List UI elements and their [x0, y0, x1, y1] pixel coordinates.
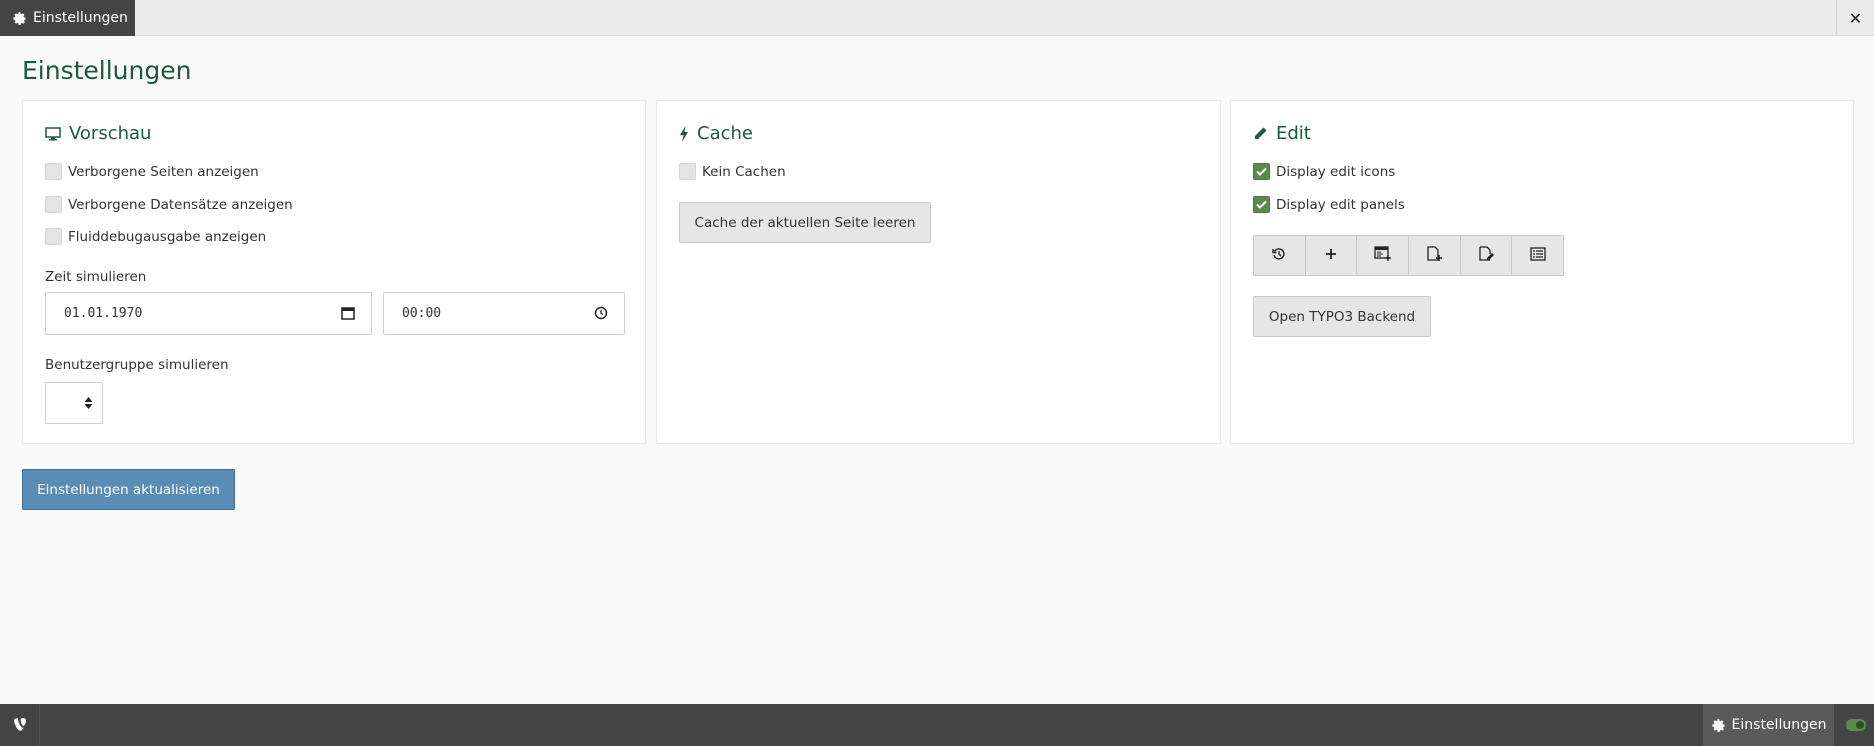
checkbox-box[interactable]	[1253, 196, 1270, 213]
checkbox-verborgene-datensaetze[interactable]: Verborgene Datensätze anzeigen	[45, 196, 293, 213]
panel-title-cache: Cache	[679, 123, 753, 144]
checkbox-verborgene-seiten[interactable]: Verborgene Seiten anzeigen	[45, 163, 259, 180]
new-content-button[interactable]	[1357, 236, 1410, 275]
history-icon	[1271, 246, 1287, 266]
open-backend-button[interactable]: Open TYPO3 Backend	[1253, 296, 1431, 337]
checkbox-box[interactable]	[45, 228, 62, 245]
checkbox-label: Display edit panels	[1276, 196, 1405, 213]
checkbox-display-edit-icons[interactable]: Display edit icons	[1253, 163, 1395, 180]
checkbox-fluiddebug[interactable]: Fluiddebugausgabe anzeigen	[45, 228, 266, 245]
new-page-icon	[1426, 245, 1443, 266]
new-button[interactable]	[1306, 236, 1358, 275]
update-settings-button[interactable]: Einstellungen aktualisieren	[22, 469, 235, 510]
checkbox-label: Fluiddebugausgabe anzeigen	[68, 228, 267, 245]
checkbox-display-edit-panels[interactable]: Display edit panels	[1253, 196, 1405, 213]
panel-cache: Cache Kein Cachen Cache der aktuellen Se…	[656, 100, 1221, 444]
history-button[interactable]	[1254, 236, 1306, 275]
clock-icon[interactable]	[594, 306, 608, 320]
checkbox-label: Display edit icons	[1276, 163, 1396, 180]
checkbox-box[interactable]	[45, 163, 62, 180]
checkbox-box[interactable]	[45, 196, 62, 213]
time-input[interactable]: 00:00	[383, 292, 625, 335]
select-arrows-icon	[84, 396, 93, 410]
panel-title-vorschau: Vorschau	[45, 123, 151, 144]
plus-icon	[1324, 247, 1338, 265]
usergroup-simulate-label: Benutzergruppe simulieren	[45, 357, 229, 373]
pencil-icon	[1253, 126, 1268, 141]
checkbox-label: Verborgene Seiten anzeigen	[68, 163, 259, 180]
calendar-icon[interactable]	[341, 306, 355, 320]
close-button[interactable]: ✕	[1836, 0, 1874, 36]
usergroup-select[interactable]	[45, 382, 103, 424]
bottom-tab-einstellungen[interactable]: Einstellungen	[1703, 704, 1834, 746]
page-title: Einstellungen	[22, 56, 192, 85]
checkbox-box[interactable]	[1253, 163, 1270, 180]
panel-title-text: Edit	[1276, 123, 1311, 144]
list-icon	[1530, 246, 1546, 265]
checkbox-label: Kein Cachen	[702, 163, 786, 180]
edit-toolbar	[1253, 235, 1564, 276]
time-simulate-label: Zeit simulieren	[45, 269, 147, 285]
checkbox-kein-cachen[interactable]: Kein Cachen	[679, 163, 786, 180]
typo3-logo-icon[interactable]	[0, 704, 40, 746]
clear-cache-button[interactable]: Cache der aktuellen Seite leeren	[679, 202, 931, 243]
panel-vorschau: Vorschau Verborgene Seiten anzeigen Verb…	[22, 100, 646, 444]
checkbox-label: Verborgene Datensätze anzeigen	[68, 196, 293, 213]
top-bar: Einstellungen ✕	[0, 0, 1874, 36]
close-icon: ✕	[1848, 8, 1863, 28]
monitor-icon	[45, 126, 61, 141]
panel-title-text: Cache	[697, 123, 753, 144]
edit-page-button[interactable]	[1461, 236, 1513, 275]
time-value: 00:00	[402, 306, 442, 321]
date-value: 01.01.1970	[64, 306, 143, 321]
checkbox-box[interactable]	[679, 163, 696, 180]
panel-edit: Edit Display edit icons Display edit pan…	[1230, 100, 1854, 444]
list-button[interactable]	[1512, 236, 1563, 275]
new-content-icon	[1374, 245, 1392, 266]
toggle-switch[interactable]	[1846, 719, 1866, 731]
bottom-tab-label: Einstellungen	[1731, 717, 1827, 733]
bottom-bar: Einstellungen	[0, 704, 1874, 746]
date-input[interactable]: 01.01.1970	[45, 292, 372, 335]
edit-page-icon	[1478, 245, 1495, 266]
gear-icon	[1711, 718, 1726, 733]
new-page-button[interactable]	[1409, 236, 1461, 275]
panel-title-text: Vorschau	[69, 123, 152, 144]
panel-title-edit: Edit	[1253, 123, 1311, 144]
gear-icon	[12, 11, 27, 26]
tab-label: Einstellungen	[33, 10, 128, 26]
tab-einstellungen[interactable]: Einstellungen	[0, 0, 135, 36]
bolt-icon	[679, 125, 689, 142]
